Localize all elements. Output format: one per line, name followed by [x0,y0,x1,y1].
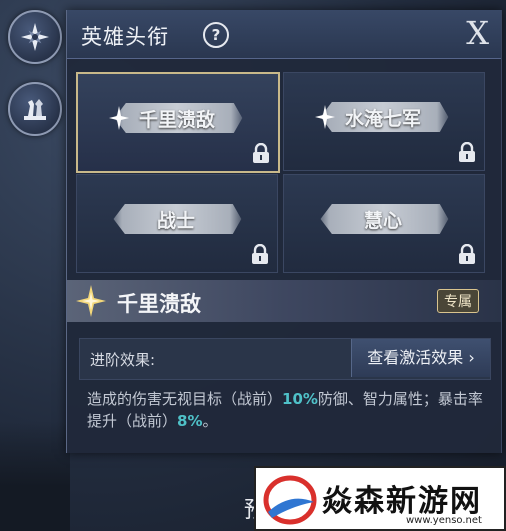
effect-description: 造成的伤害无视目标（战前）10%防御、智力属性；暴击率提升（战前）8%。 [87,388,487,432]
view-activation-effect-button[interactable]: 查看激活效果 › [351,339,490,377]
title-card-1[interactable]: 千里溃敌 [76,72,280,173]
side-button-chess[interactable] [8,82,62,136]
desc-value: 10% [282,390,318,408]
selected-title-name: 千里溃敌 [117,292,201,316]
watermark-text: 焱森新游网 [322,484,482,519]
desc-text: 造成的伤害无视目标（战前） [87,390,283,408]
effect-label: 进阶效果: [90,351,156,369]
title-name: 千里溃敌 [138,109,215,131]
title-card-4[interactable]: 慧心 [283,174,485,273]
watermark-url: www.yenso.net [406,515,482,526]
advanced-effect-row: 进阶效果: 查看激活效果 › [79,338,491,380]
panel-header: 英雄头衔 ? X [67,10,501,59]
selected-title-bar: 千里溃敌 专属 [67,280,501,322]
star-icon [76,285,106,317]
exclusive-badge: 专属 [437,289,479,313]
title-name: 水淹七军 [344,108,421,130]
title-name: 慧心 [363,210,402,232]
desc-value: 8% [177,412,203,430]
watermark-logo-icon [263,475,317,525]
hero-title-panel: 英雄头衔 ? X 千里溃敌 水淹七军 战士 慧心 千里溃敌 专属 进阶效果: 查… [66,10,502,453]
lock-icon [459,244,475,264]
lock-icon [253,143,269,163]
watermark: 焱森新游网 www.yenso.net [254,466,506,531]
lock-icon [252,244,268,264]
compass-icon [21,23,49,51]
title-card-3[interactable]: 战士 [76,174,278,273]
side-button-compass[interactable] [8,10,62,64]
page-title: 英雄头衔 [81,25,169,49]
desc-text: 。 [202,412,218,430]
chess-pieces-icon [24,99,46,120]
title-name: 战士 [156,210,195,232]
help-icon[interactable]: ? [203,22,229,48]
title-card-2[interactable]: 水淹七军 [283,72,485,171]
background-silhouette [0,421,70,531]
close-button[interactable]: X [466,14,489,52]
lock-icon [459,142,475,162]
